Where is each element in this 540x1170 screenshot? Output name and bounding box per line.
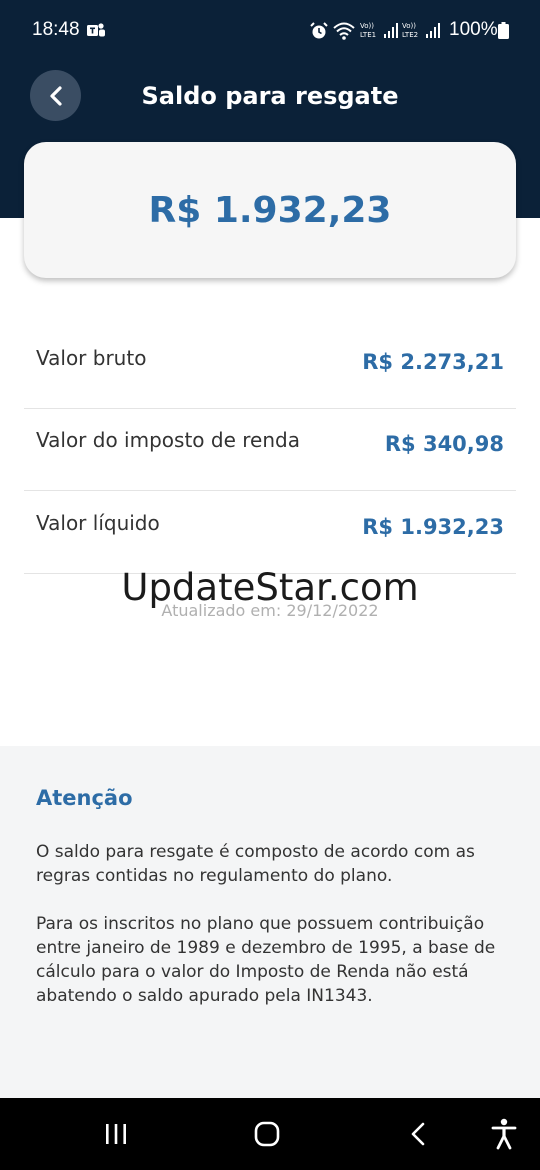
svg-text:LTE1: LTE1 [360,31,376,39]
wifi-icon [333,22,355,40]
row-value: R$ 2.273,21 [362,350,504,374]
lte2-signal-icon: Vo)) LTE2 [402,22,440,39]
system-back-button[interactable] [400,1116,436,1152]
row-income-tax: Valor do imposto de renda R$ 340,98 [24,408,516,491]
row-value: R$ 1.932,23 [362,515,504,539]
status-bar: 18:48 Vo)) LTE1 Vo)) LTE2 100% [0,0,540,62]
teams-icon [87,23,105,37]
attention-title: Atenção [36,786,133,810]
lte1-signal-icon: Vo)) LTE1 [360,22,398,39]
alarm-icon [310,22,328,39]
svg-text:LTE2: LTE2 [402,31,418,39]
recent-apps-button[interactable] [98,1116,134,1152]
watermark: UpdateStar.com [121,566,419,609]
svg-text:Vo)): Vo)) [360,22,374,30]
battery-percent: 100% [449,19,498,40]
row-value: R$ 340,98 [384,432,504,456]
balance-value: R$ 1.932,23 [148,189,392,231]
navigation-bar [0,1098,540,1170]
accessibility-icon [491,1118,517,1150]
attention-paragraph-2: Para os inscritos no plano que possuem c… [36,914,496,1006]
recent-apps-icon [106,1124,126,1144]
battery-icon [498,22,509,39]
accessibility-button[interactable] [486,1116,522,1152]
home-button[interactable] [249,1116,285,1152]
row-gross-value: Valor bruto R$ 2.273,21 [24,326,516,409]
row-label: Valor líquido [36,511,160,535]
svg-text:Vo)): Vo)) [402,22,416,30]
attention-section: Atenção O saldo para resgate é composto … [0,746,540,1098]
back-icon [411,1122,425,1146]
balance-card: R$ 1.932,23 [24,142,516,278]
row-label: Valor bruto [36,346,147,370]
row-label: Valor do imposto de renda [36,428,300,452]
attention-paragraph-1: O saldo para resgate é composto de acord… [36,842,475,886]
status-time: 18:48 [32,19,80,40]
home-icon [254,1121,280,1147]
page-title: Saldo para resgate [141,82,399,110]
row-net-value: Valor líquido R$ 1.932,23 [24,491,516,574]
